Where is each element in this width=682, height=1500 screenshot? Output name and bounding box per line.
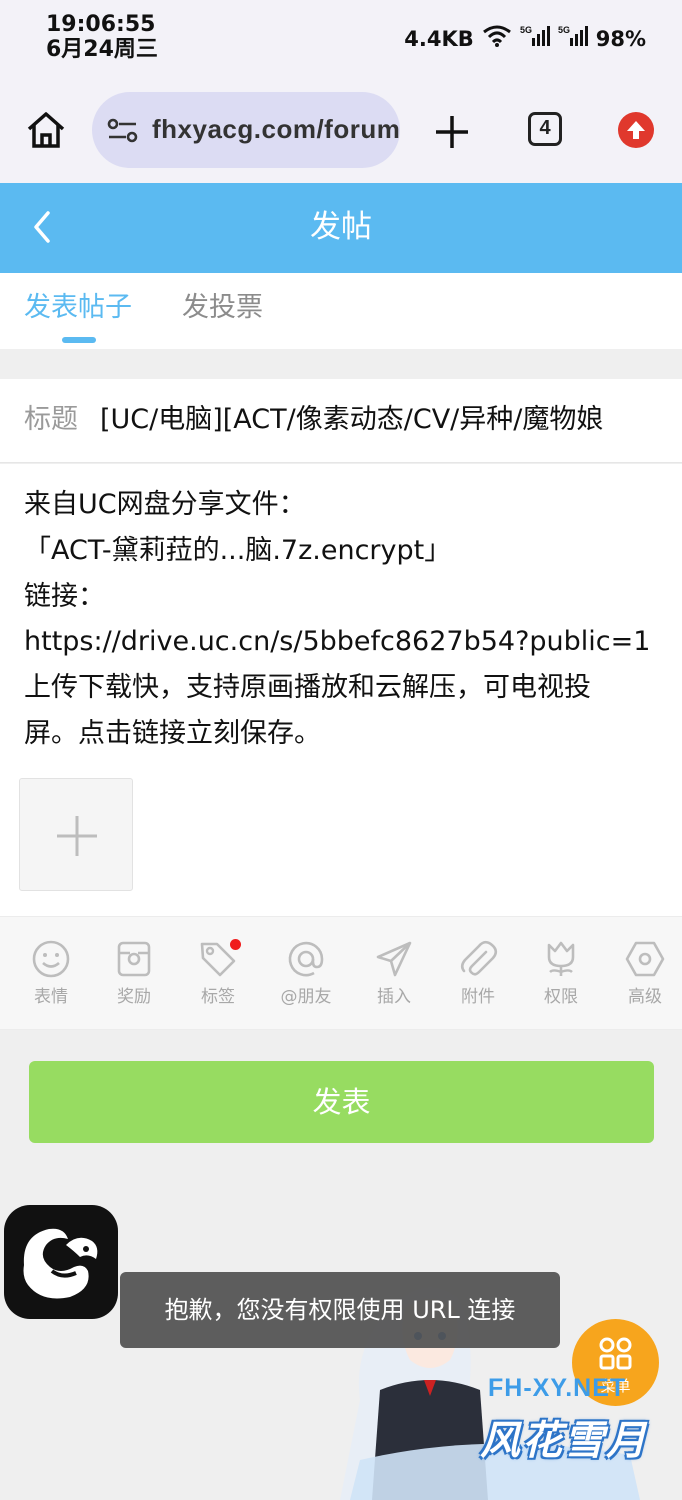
editor-toolbar: 表情 奖励 标签 @朋友 插入 附件 权限 高级 (0, 916, 682, 1030)
page-header: 发帖 (0, 183, 682, 273)
plus-icon (57, 816, 97, 856)
toolbar-label: @朋友 (280, 987, 332, 1007)
title-input[interactable]: [UC/电脑][ACT/像素动态/CV/异种/魔物娘 (100, 401, 660, 439)
toolbar-label: 表情 (34, 987, 68, 1007)
page-title: 发帖 (310, 209, 372, 245)
status-date: 6月24周三 (46, 37, 158, 62)
signal-5g-icon: 5G (558, 24, 588, 53)
toolbar-label: 附件 (461, 987, 495, 1007)
home-icon[interactable] (24, 108, 68, 152)
watermark-site: FH-XY.NET (488, 1374, 627, 1402)
title-field-row: 标题 [UC/电脑][ACT/像素动态/CV/异种/魔物娘 (0, 379, 682, 463)
tab-switcher-button[interactable]: 4 (528, 112, 562, 146)
insert-button[interactable]: 插入 (352, 939, 436, 1007)
post-type-tabs: 发表帖子 发投票 (0, 273, 682, 349)
notification-dot (230, 939, 241, 950)
content-line: 来自UC网盘分享文件： (24, 489, 306, 520)
uc-browser-float-button[interactable] (4, 1205, 118, 1319)
toolbar-label: 标签 (201, 987, 235, 1007)
content-line: 链接： (24, 581, 105, 612)
net-speed: 4.4KB (404, 26, 474, 51)
tulip-icon (547, 941, 575, 976)
title-label: 标题 (24, 404, 78, 435)
toolbar-label: 高级 (628, 987, 662, 1007)
hexagon-icon (625, 941, 665, 977)
svg-text:5G: 5G (558, 25, 570, 35)
tab-post-thread[interactable]: 发表帖子 (24, 291, 132, 325)
reward-icon (117, 941, 151, 977)
toolbar-label: 奖励 (117, 987, 151, 1007)
content-line: 上传下载快，支持原画播放和云解压，可电视投 (24, 672, 591, 703)
emoji-icon (32, 940, 70, 978)
address-bar[interactable]: fhxyacg.com/forum (92, 92, 400, 168)
signal-5g-icon: 5G (520, 24, 550, 53)
battery-level: 98% (595, 26, 646, 51)
reward-button[interactable]: 奖励 (92, 939, 176, 1007)
at-icon (288, 941, 324, 977)
active-tab-indicator (62, 337, 96, 343)
status-indicators: 4.4KB 5G 5G 98% (404, 24, 646, 53)
browser-toolbar: fhxyacg.com/forum 4 (0, 80, 682, 183)
status-bar: 19:06:55 6月24周三 4.4KB 5G 5G 98% (0, 0, 682, 80)
toolbar-label: 插入 (377, 987, 411, 1007)
emoji-button[interactable]: 表情 (9, 939, 93, 1007)
uc-squirrel-icon (23, 1228, 98, 1299)
tag-button[interactable]: 标签 (176, 939, 260, 1007)
url-text[interactable]: fhxyacg.com/forum (152, 114, 400, 145)
add-image-button[interactable] (19, 778, 133, 891)
toast-message: 抱歉，您没有权限使用 URL 连接 (120, 1272, 560, 1348)
new-tab-icon[interactable] (432, 112, 472, 152)
watermark-logo-text: 风花雪月 (480, 1418, 648, 1464)
permission-button[interactable]: 权限 (519, 939, 603, 1007)
content-line: 屏。点击链接立刻保存。 (24, 718, 321, 749)
toolbar-label: 权限 (544, 987, 578, 1007)
attachment-button[interactable]: 附件 (436, 939, 520, 1007)
paperclip-icon (460, 940, 498, 976)
submit-button[interactable]: 发表 (29, 1061, 654, 1143)
grid-icon (599, 1337, 632, 1370)
send-icon (376, 941, 412, 977)
status-time: 19:06:55 (46, 12, 156, 37)
upload-icon[interactable] (618, 112, 654, 148)
mention-button[interactable]: @朋友 (264, 939, 348, 1007)
tab-post-poll[interactable]: 发投票 (182, 291, 263, 325)
site-settings-icon[interactable] (106, 114, 140, 148)
content-editor[interactable]: 来自UC网盘分享文件： 「ACT-黛莉菈的...脑.7z.encrypt」 链接… (0, 464, 682, 916)
advanced-button[interactable]: 高级 (603, 939, 682, 1007)
content-line: 「ACT-黛莉菈的...脑.7z.encrypt」 (24, 535, 452, 566)
wifi-icon (482, 24, 512, 53)
svg-text:5G: 5G (520, 25, 532, 35)
content-line: https://drive.uc.cn/s/5bbefc8627b54?publ… (24, 626, 651, 657)
